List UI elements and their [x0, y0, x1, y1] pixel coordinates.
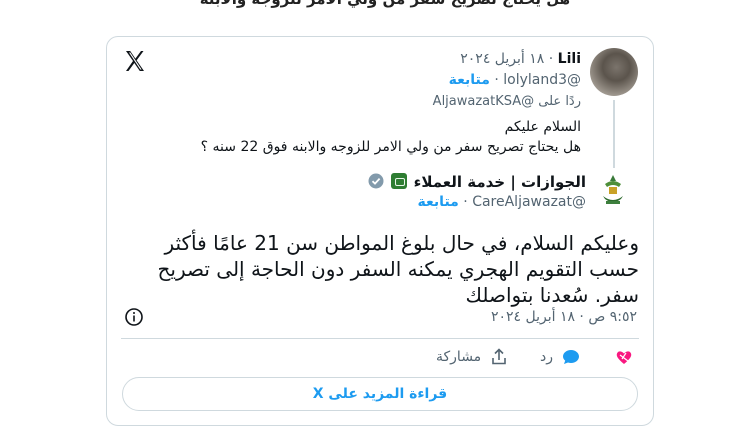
share-button[interactable]: مشاركة: [436, 347, 509, 367]
clipped-header-text: هل يحتاج تصريح سفر من ولي الامر للزوجه و…: [180, 0, 570, 8]
original-author-line: Lili · ١٨ أبريل ٢٠٢٤: [460, 51, 581, 67]
share-label: مشاركة: [436, 349, 482, 365]
divider: [121, 338, 639, 339]
flag-icon: [390, 173, 407, 189]
original-tweet-text: السلام عليكم هل يحتاج تصريح سفر من ولي ا…: [201, 117, 581, 157]
follow-button[interactable]: متابعة: [418, 194, 459, 210]
jawazat-logo-icon[interactable]: [596, 170, 630, 208]
share-icon: [492, 348, 506, 365]
original-date: · ١٨ أبريل ٢٠٢٤: [460, 51, 554, 67]
like-button[interactable]: [614, 347, 634, 367]
reply-author-line: الجوازات | خدمة العملاء: [368, 173, 586, 191]
info-icon[interactable]: [124, 307, 144, 327]
original-author-name[interactable]: Lili: [558, 51, 581, 67]
reply-handle[interactable]: @CareAljawazat: [472, 194, 586, 210]
reply-handle-line: @CareAljawazat · متابعة: [418, 194, 586, 210]
original-text-line: هل يحتاج تصريح سفر من ولي الامر للزوجه و…: [200, 139, 581, 155]
reply-button[interactable]: رد: [540, 347, 581, 367]
follow-button[interactable]: متابعة: [449, 72, 490, 88]
verified-badge-icon: [368, 173, 384, 189]
reply-to-label: ردًا على @AljawazatKSA: [432, 94, 581, 109]
original-text-line: السلام عليكم: [504, 119, 581, 135]
heart-icon: [616, 351, 632, 364]
reply-author-name[interactable]: الجوازات | خدمة العملاء: [414, 173, 586, 191]
x-logo-icon[interactable]: [123, 49, 147, 73]
reply-tweet-text: وعليكم السلام، في حال بلوغ المواطن سن 21…: [157, 231, 640, 307]
avatar[interactable]: [590, 48, 638, 96]
reply-bubble-icon: [563, 350, 579, 364]
reply-label: رد: [540, 349, 553, 365]
original-handle-line: @lolyland3 · متابعة: [449, 72, 581, 88]
tweet-timestamp[interactable]: ٩:٥٢ ص · ١٨ أبريل ٢٠٢٤: [491, 309, 637, 325]
separator: ·: [463, 194, 468, 210]
separator: ·: [494, 72, 499, 88]
thread-connector: [613, 100, 615, 168]
read-more-button[interactable]: قراءة المزيد على X: [122, 377, 638, 411]
original-handle[interactable]: @lolyland3: [503, 72, 581, 88]
